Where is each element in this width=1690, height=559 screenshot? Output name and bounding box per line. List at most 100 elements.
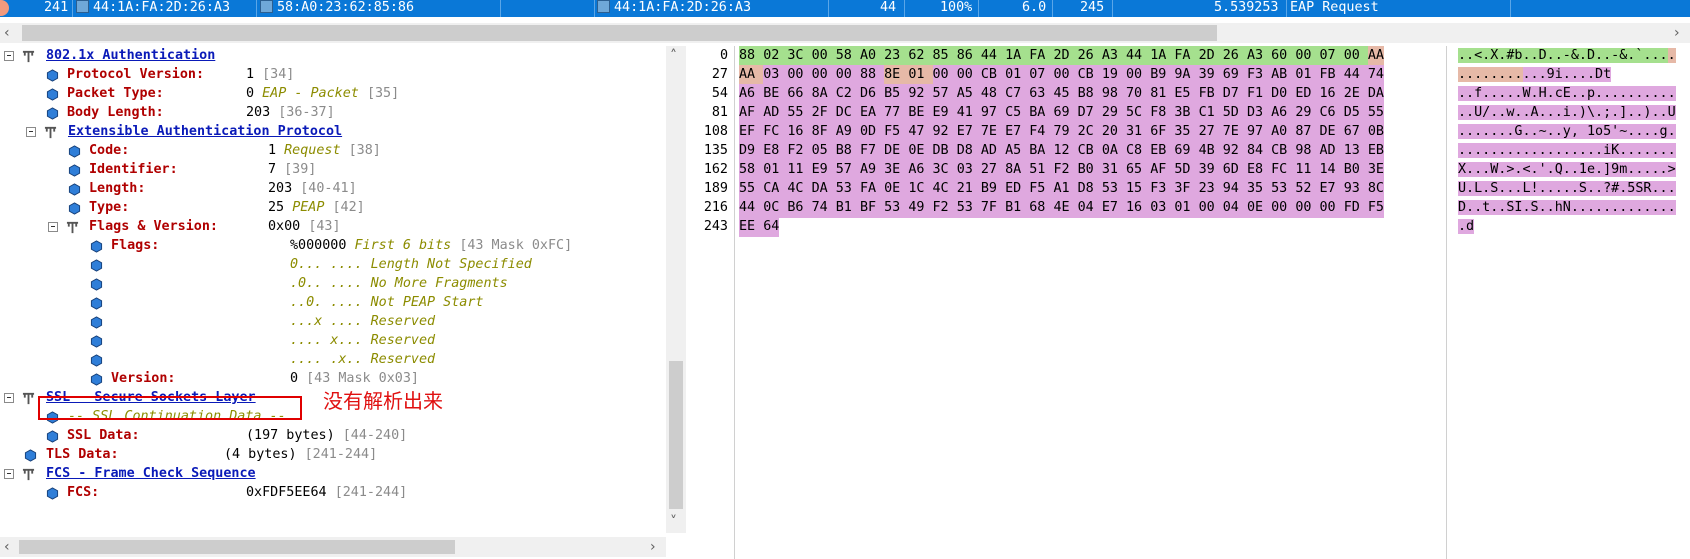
hex-byte[interactable]: 68 xyxy=(1029,198,1054,218)
hex-byte[interactable]: 85 xyxy=(932,46,957,66)
collapse-toggle[interactable] xyxy=(48,222,58,232)
hex-ascii[interactable]: .......G..~..y, 1o5'~....g. xyxy=(1458,122,1676,142)
hex-ascii[interactable]: ..<.X.#b..D..-&.D..-&.`.... xyxy=(1458,46,1676,66)
hex-byte[interactable]: 44 xyxy=(739,198,764,218)
hex-byte[interactable]: 01 xyxy=(1174,198,1199,218)
hex-byte[interactable]: 0B xyxy=(1367,122,1384,142)
hex-byte[interactable]: FB xyxy=(1198,84,1223,104)
tree-vscrollbar[interactable]: ˄ ˅ xyxy=(666,46,686,533)
hex-byte[interactable]: 8E xyxy=(884,65,909,85)
scroll-thumb[interactable] xyxy=(19,540,455,554)
hex-byte[interactable]: 01 xyxy=(1295,65,1320,85)
hex-byte[interactable]: 00 xyxy=(1271,198,1296,218)
hex-byte[interactable]: 98 xyxy=(1295,141,1320,161)
hex-byte[interactable]: 29 xyxy=(1101,103,1126,123)
hex-byte[interactable]: 04 xyxy=(1077,198,1102,218)
hex-byte[interactable]: F2 xyxy=(787,141,812,161)
hex-byte[interactable]: 01 xyxy=(763,160,788,180)
hex-byte[interactable]: 00 xyxy=(811,65,836,85)
scroll-down-icon[interactable]: ˅ xyxy=(670,514,677,530)
hex-byte[interactable]: BF xyxy=(859,198,885,218)
hex-byte[interactable]: 53 xyxy=(1101,179,1126,199)
hex-byte[interactable]: 1A xyxy=(1005,46,1030,66)
hex-byte[interactable]: D7 xyxy=(1222,84,1247,104)
hex-byte[interactable]: 52 xyxy=(1295,179,1320,199)
hex-byte[interactable]: 00 xyxy=(811,46,836,66)
hex-byte[interactable]: 0E xyxy=(1246,198,1272,218)
hex-byte[interactable]: E8 xyxy=(1246,160,1272,180)
hex-byte[interactable]: D7 xyxy=(1077,103,1102,123)
hex-byte[interactable]: 39 xyxy=(1198,65,1223,85)
hex-byte[interactable]: DC xyxy=(835,103,860,123)
hex-byte[interactable]: 2D xyxy=(1053,46,1078,66)
hex-byte[interactable]: 03 xyxy=(1150,198,1175,218)
hex-byte[interactable]: 00 xyxy=(835,65,860,85)
hex-byte[interactable]: 27 xyxy=(980,160,1006,180)
hex-byte[interactable]: 55 xyxy=(787,103,812,123)
hex-byte[interactable]: F2 xyxy=(932,198,957,218)
hex-ascii[interactable]: D..t..SI.S..hN............. xyxy=(1458,198,1676,218)
hex-byte[interactable]: 0E xyxy=(884,179,909,199)
decode-tree[interactable]: 802.1x Authentication Protocol Version: … xyxy=(0,46,666,533)
scroll-thumb[interactable] xyxy=(669,361,683,509)
hex-byte[interactable]: C7 xyxy=(1005,84,1030,104)
hex-byte[interactable]: 23 xyxy=(1198,179,1223,199)
hex-byte[interactable]: F5 xyxy=(1029,179,1054,199)
hex-byte[interactable]: 05 xyxy=(811,141,836,161)
hex-byte[interactable]: 66 xyxy=(787,84,812,104)
hex-byte[interactable]: 00 xyxy=(1295,46,1320,66)
hex-byte[interactable]: 00 xyxy=(1295,198,1320,218)
hex-byte[interactable]: 2F xyxy=(811,103,836,123)
hex-byte[interactable]: 19 xyxy=(1101,65,1126,85)
scroll-right-icon[interactable]: › xyxy=(1674,25,1680,41)
tree-hscrollbar[interactable]: ‹ › xyxy=(0,537,666,557)
collapse-toggle[interactable] xyxy=(26,127,36,137)
hex-byte[interactable]: AF xyxy=(739,103,764,123)
hex-byte[interactable]: 4B xyxy=(1198,141,1223,161)
hex-byte[interactable]: D8 xyxy=(1077,179,1102,199)
hex-byte[interactable]: FA xyxy=(859,179,885,199)
hex-byte[interactable]: 00 xyxy=(956,65,981,85)
hex-byte[interactable]: 4C xyxy=(932,179,957,199)
hex-ascii[interactable]: U.L.S...L!.....S..?#.5SR... xyxy=(1458,179,1676,199)
hex-byte[interactable]: 16 xyxy=(787,122,812,142)
hex-byte[interactable]: 55 xyxy=(1367,103,1384,123)
hex-ascii[interactable]: ..U/..w..A...i.)\.;.]..)..U xyxy=(1458,103,1676,123)
hex-byte[interactable]: DB xyxy=(932,141,957,161)
hex-byte[interactable]: F5 xyxy=(1367,198,1384,218)
hex-byte[interactable]: 58 xyxy=(739,160,764,180)
hex-byte[interactable]: F3 xyxy=(1150,179,1175,199)
hex-byte[interactable]: FA xyxy=(1029,46,1054,66)
hex-byte[interactable]: 6D xyxy=(1222,160,1247,180)
hex-byte[interactable]: EA xyxy=(859,103,885,123)
hex-ascii[interactable]: .d xyxy=(1458,217,1475,237)
hex-byte[interactable]: 4C xyxy=(787,179,812,199)
hex-byte[interactable]: 44 xyxy=(1126,46,1151,66)
hex-byte[interactable]: 16 xyxy=(1319,84,1344,104)
hex-byte[interactable]: ED xyxy=(1295,84,1320,104)
hex-byte[interactable]: D0 xyxy=(1271,84,1296,104)
scroll-right-icon[interactable]: › xyxy=(650,539,656,555)
hex-byte[interactable]: 55 xyxy=(739,179,764,199)
hex-byte[interactable]: FD xyxy=(1343,198,1368,218)
hex-byte[interactable]: 35 xyxy=(1174,122,1199,142)
hex-byte[interactable]: 07 xyxy=(1029,65,1054,85)
hex-ascii[interactable]: ..................iK....... xyxy=(1458,141,1676,161)
hex-byte[interactable]: F5 xyxy=(884,122,909,142)
hex-byte[interactable]: AD xyxy=(763,103,788,123)
hex-byte[interactable]: 47 xyxy=(908,122,933,142)
hex-byte[interactable]: F7 xyxy=(859,141,885,161)
hex-byte[interactable]: B1 xyxy=(835,198,860,218)
hex-byte[interactable]: 9A xyxy=(1174,65,1199,85)
hex-byte[interactable]: 49 xyxy=(908,198,933,218)
hex-byte[interactable]: 12 xyxy=(1053,141,1078,161)
hex-byte[interactable]: 1C xyxy=(908,179,933,199)
hex-byte[interactable]: B9 xyxy=(1150,65,1175,85)
hex-byte[interactable]: 01 xyxy=(1005,65,1030,85)
hex-byte[interactable]: 5D xyxy=(1174,160,1199,180)
hex-byte[interactable]: EF xyxy=(739,122,764,142)
collapse-toggle[interactable] xyxy=(4,51,14,61)
hex-byte[interactable]: 14 xyxy=(1319,160,1344,180)
hex-byte[interactable]: DA xyxy=(811,179,836,199)
hex-byte[interactable]: A9 xyxy=(835,122,860,142)
